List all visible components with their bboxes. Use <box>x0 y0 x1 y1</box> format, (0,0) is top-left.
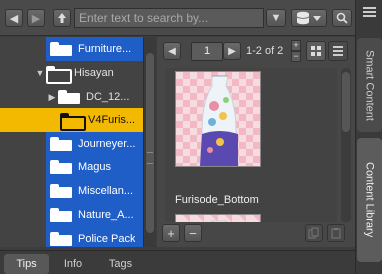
asset-footer: + − <box>157 220 355 247</box>
scrollbar-thumb[interactable] <box>146 53 154 233</box>
panel-menu-icon[interactable] <box>363 7 376 18</box>
tree-item-label: Magus <box>78 161 112 173</box>
tree-item[interactable]: Police Pack <box>0 227 143 247</box>
furisode-garment-image <box>199 75 239 166</box>
tree-item-label: Hisayan <box>74 67 114 79</box>
asset-label: Furisode_Bottom <box>175 194 259 206</box>
tree-item[interactable]: ▼ Hisayan <box>0 61 143 85</box>
expanded-triangle-icon[interactable]: ▼ <box>34 68 46 78</box>
tree-item-label: Nature_A... <box>78 209 134 221</box>
zoom-out-icon[interactable]: − <box>291 51 301 62</box>
tree-item-label: Furniture... <box>78 43 132 55</box>
tree-item[interactable]: Furniture... <box>0 37 143 61</box>
tree-item[interactable]: Nature_A... <box>0 203 143 227</box>
search-dropdown-chevron-icon[interactable]: ▼ <box>266 9 286 27</box>
tree-item-label: Miscellan... <box>78 185 134 197</box>
asset-pane: ◀ 1 ▶ 1-2 of 2 + − Furisode_Bottom + − <box>157 37 355 247</box>
scrollbar-thumb[interactable] <box>342 72 350 132</box>
tab-info[interactable]: Info <box>53 254 93 274</box>
page-number-field[interactable]: 1 <box>191 42 223 61</box>
pager: ◀ 1 ▶ 1-2 of 2 + − <box>157 37 355 65</box>
back-arrow-icon[interactable]: ◀ <box>5 9 23 27</box>
forward-arrow-icon[interactable]: ▶ <box>27 9 45 27</box>
folder-icon <box>50 137 72 151</box>
tree-item[interactable]: Journeyer... <box>0 132 143 156</box>
asset-scrollbar[interactable] <box>341 68 351 222</box>
tab-content-library[interactable]: Content Library <box>357 138 382 262</box>
open-folder-icon <box>60 113 86 131</box>
tree-item-label: DC_12... <box>86 91 130 103</box>
copy-icon[interactable] <box>305 224 323 242</box>
tree-item[interactable]: ▶ DC_12... <box>0 85 143 109</box>
up-level-icon[interactable] <box>53 9 71 27</box>
add-icon[interactable]: + <box>162 224 180 242</box>
grid-view-icon[interactable] <box>306 41 326 61</box>
folder-icon <box>50 232 72 246</box>
paste-icon[interactable] <box>327 224 345 242</box>
side-tab-bar: Smart Content Content Library <box>355 0 382 274</box>
folder-tree: Furniture... ▼ Hisayan ▶ DC_12... V4Furi… <box>0 37 143 247</box>
folder-icon <box>50 42 72 56</box>
remove-icon[interactable]: − <box>184 224 202 242</box>
tree-item[interactable]: Magus <box>0 155 143 179</box>
folder-icon <box>50 160 72 174</box>
folder-icon <box>50 184 72 198</box>
tab-tags[interactable]: Tags <box>98 254 143 274</box>
zoom-in-icon[interactable]: + <box>291 40 301 51</box>
collapsed-triangle-icon[interactable]: ▶ <box>46 92 58 103</box>
tree-scrollbar[interactable] <box>143 37 156 247</box>
tree-item-label: Police Pack <box>78 233 136 245</box>
tree-item-label: Journeyer... <box>78 138 136 150</box>
tree-item[interactable]: Miscellan... <box>0 179 143 203</box>
tree-item-label: V4Furis... <box>88 114 136 126</box>
search-input[interactable] <box>74 8 264 28</box>
magnifier-icon[interactable] <box>332 9 352 27</box>
tab-label: Smart Content <box>363 49 376 121</box>
list-view-icon[interactable] <box>328 41 348 61</box>
previous-page-icon[interactable]: ◀ <box>163 42 181 60</box>
asset-thumbnail[interactable] <box>175 71 261 167</box>
page-range-text: 1-2 of 2 <box>246 45 284 57</box>
splitter-grip-icon[interactable] <box>147 152 153 164</box>
bottom-tab-bar: Tips Info Tags <box>0 250 355 274</box>
next-page-icon[interactable]: ▶ <box>223 42 241 60</box>
tab-smart-content[interactable]: Smart Content <box>357 38 382 132</box>
tab-label: Content Library <box>363 162 376 238</box>
thumbnail-size-stepper[interactable]: + − <box>291 40 301 63</box>
folder-icon <box>50 208 72 222</box>
open-folder-icon <box>46 66 72 84</box>
folder-icon <box>58 90 80 104</box>
database-icon[interactable] <box>291 9 327 27</box>
toolbar: ◀ ▶ ▼ <box>0 0 355 36</box>
tab-tips[interactable]: Tips <box>4 254 49 274</box>
asset-grid: Furisode_Bottom <box>165 68 337 222</box>
tree-item-selected[interactable]: V4Furis... <box>0 108 143 132</box>
